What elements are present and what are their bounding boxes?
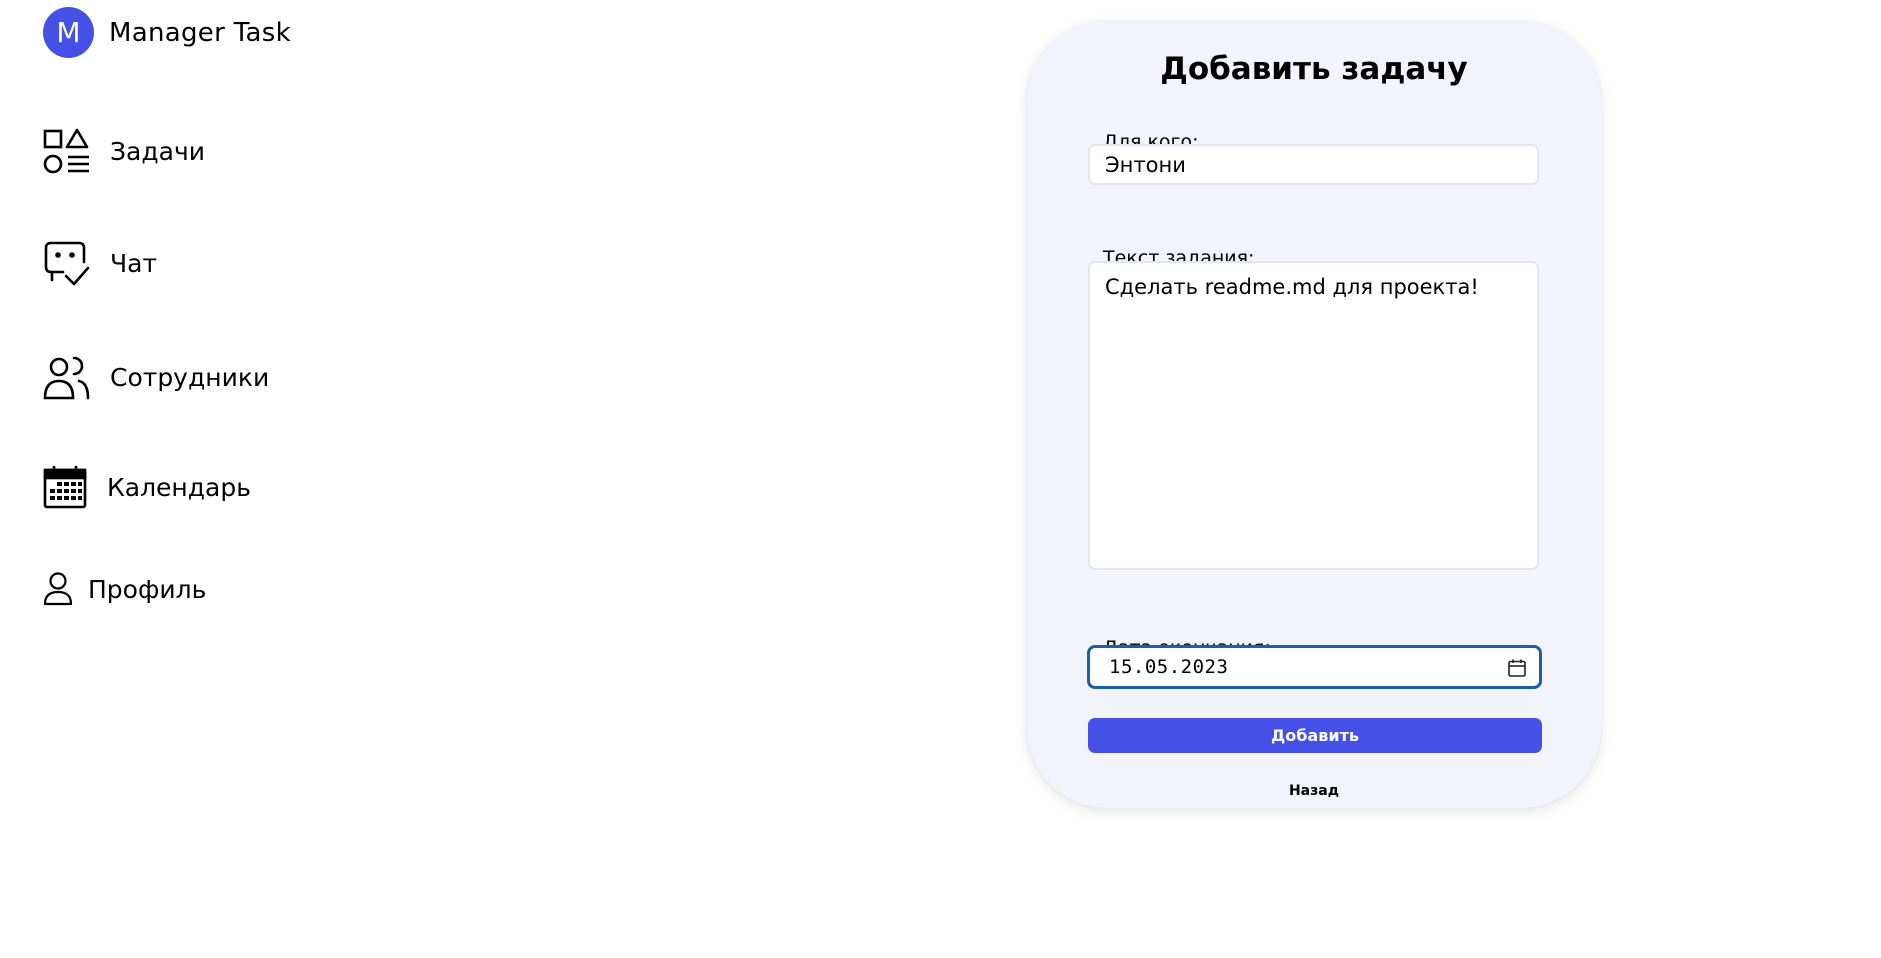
task-text-input[interactable]: Сделать readme.md для проекта!: [1088, 261, 1539, 570]
brand[interactable]: M Manager Task: [43, 7, 291, 58]
sidebar-item-label: Задачи: [110, 137, 205, 166]
sidebar-item-profile[interactable]: Профиль: [43, 572, 206, 606]
sidebar-item-staff[interactable]: Сотрудники: [43, 354, 269, 401]
chat-check-icon: [43, 240, 90, 287]
sidebar-item-calendar[interactable]: Календарь: [43, 465, 251, 509]
users-icon: [43, 354, 90, 401]
calendar-picker-icon[interactable]: [1507, 658, 1527, 678]
sidebar-item-label: Календарь: [107, 472, 251, 502]
shapes-list-icon: [43, 128, 90, 175]
user-icon: [43, 572, 73, 606]
sidebar-item-chat[interactable]: Чат: [43, 240, 157, 287]
back-link[interactable]: Назад: [1027, 783, 1601, 799]
sidebar-item-label: Сотрудники: [110, 363, 270, 392]
due-date-input[interactable]: 15.05.2023: [1087, 645, 1542, 689]
sidebar-item-tasks[interactable]: Задачи: [43, 128, 205, 175]
sidebar-item-label: Чат: [110, 249, 158, 278]
recipient-input[interactable]: [1088, 144, 1539, 185]
add-task-card: Добавить задачу Для кого: Текст задания:…: [1027, 21, 1601, 808]
sidebar-item-label: Профиль: [88, 574, 207, 604]
brand-avatar: M: [43, 7, 94, 58]
card-title: Добавить задачу: [1160, 51, 1468, 87]
due-date-value: 15.05.2023: [1109, 656, 1229, 678]
brand-title: Manager Task: [109, 17, 291, 48]
calendar-icon: [43, 465, 87, 509]
add-task-button[interactable]: Добавить: [1088, 718, 1542, 753]
